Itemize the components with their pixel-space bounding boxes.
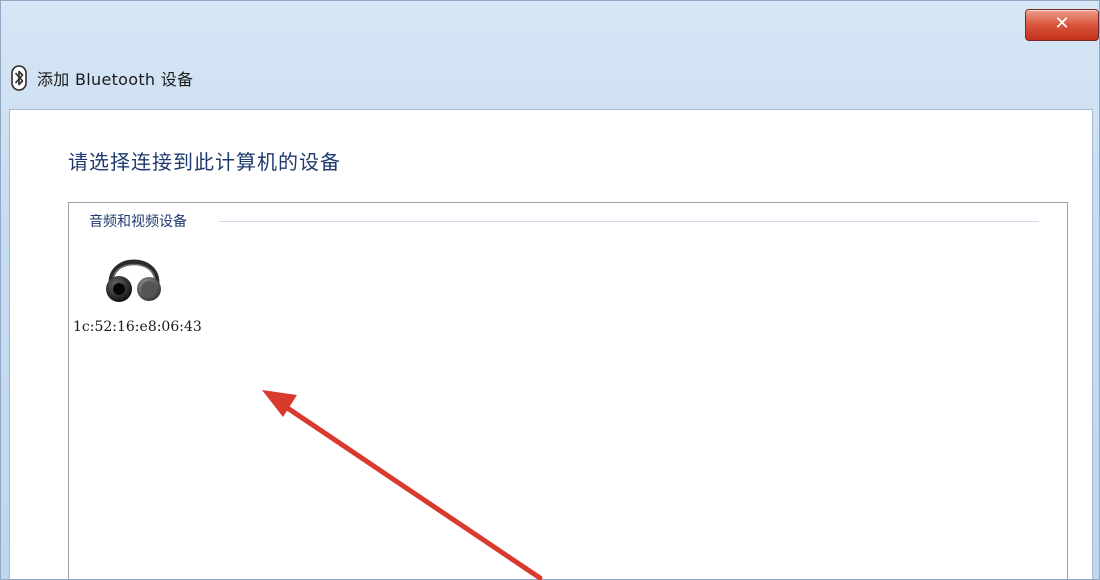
group-divider xyxy=(219,221,1039,222)
title-row: 添加 Bluetooth 设备 xyxy=(9,63,193,93)
page-heading: 请选择连接到此计算机的设备 xyxy=(68,150,341,174)
device-item-headphones[interactable]: 1c:52:16:e8:06:43 xyxy=(71,241,217,345)
window-title: 添加 Bluetooth 设备 xyxy=(37,70,194,89)
close-button[interactable]: ✕ xyxy=(1025,9,1099,41)
group-header-audio-video: 音频和视频设备 xyxy=(89,211,191,231)
device-label: 1c:52:16:e8:06:43 xyxy=(73,319,202,335)
dialog-content: 请选择连接到此计算机的设备 音频和视频设备 1c:52:16:e8:06:43 xyxy=(9,109,1093,579)
headphones-icon xyxy=(106,259,161,302)
device-list-panel: 音频和视频设备 1c:52:16:e8:06:43 xyxy=(68,202,1068,579)
bluetooth-icon xyxy=(11,65,27,91)
add-bluetooth-device-window: ✕ 添加 Bluetooth 设备 请选择连接到此计算机的设备 音频和视频设备 xyxy=(0,0,1100,580)
title-bar[interactable]: ✕ 添加 Bluetooth 设备 xyxy=(1,1,1099,109)
